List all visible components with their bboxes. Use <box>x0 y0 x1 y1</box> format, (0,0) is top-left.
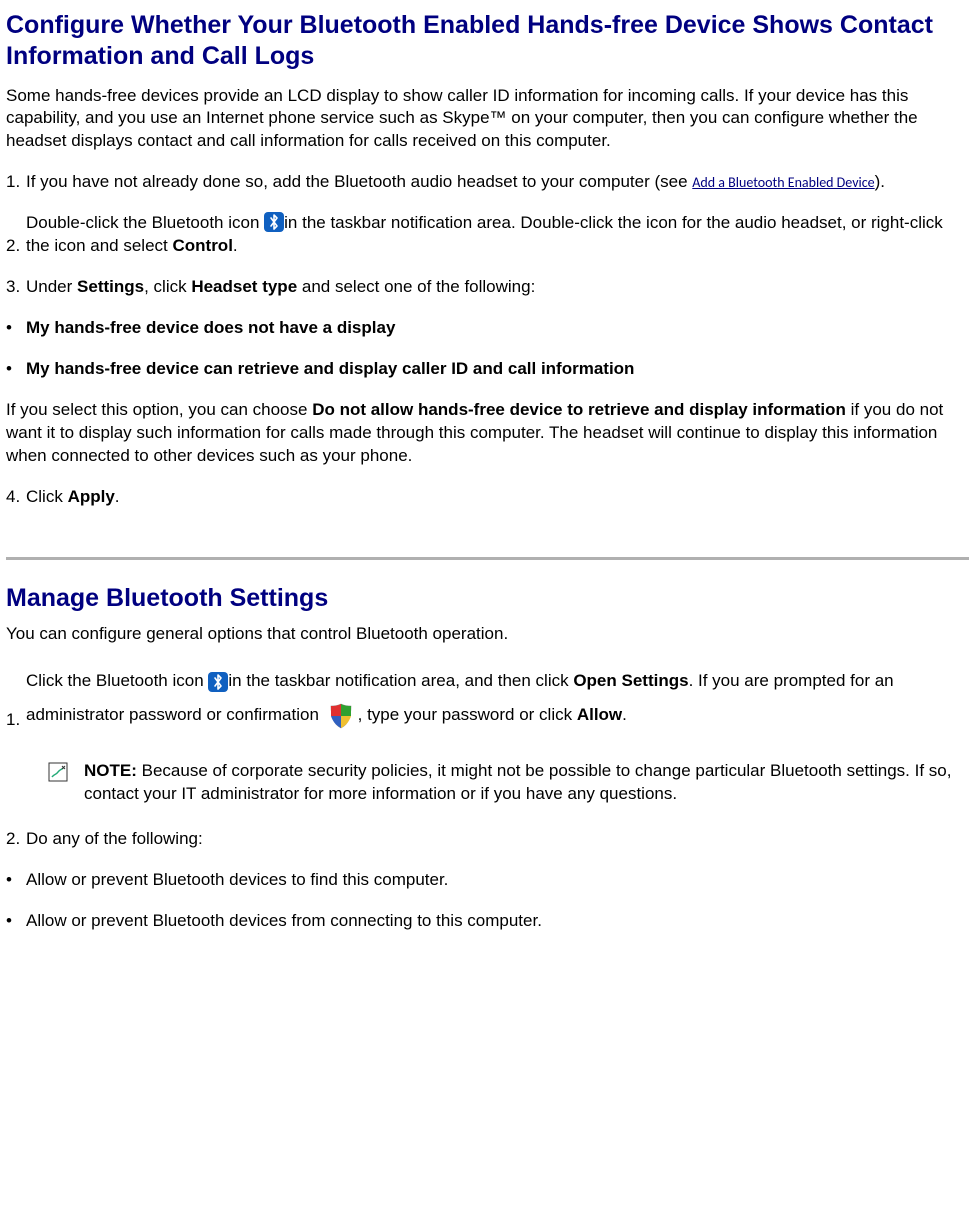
step-1b-text: Click the Bluetooth icon in the taskbar … <box>26 664 969 732</box>
section-divider <box>6 557 969 560</box>
bluetooth-icon <box>208 670 228 690</box>
bullet-marker: • <box>6 358 26 381</box>
step-4-text: Click Apply. <box>26 486 969 509</box>
uac-shield-icon <box>326 701 356 731</box>
step-2b-text: Do any of the following: <box>26 828 969 851</box>
bullet-marker: • <box>6 869 26 892</box>
step-1-text: If you have not already done so, add the… <box>26 171 969 194</box>
intro-paragraph-1: Some hands-free devices provide an LCD d… <box>6 85 969 154</box>
note-text: NOTE: Because of corporate security poli… <box>84 760 969 806</box>
note-icon <box>48 762 68 782</box>
option-description: If you select this option, you can choos… <box>6 399 969 468</box>
bullet-item: Allow or prevent Bluetooth devices from … <box>26 910 969 933</box>
list-number: 4. <box>6 486 26 509</box>
bullet-marker: • <box>6 317 26 340</box>
bluetooth-icon <box>264 212 284 232</box>
list-number: 1. <box>6 171 26 194</box>
step-2-text: Double-click the Bluetooth icon in the t… <box>26 212 969 258</box>
bullet-item: My hands-free device can retrieve and di… <box>26 358 969 381</box>
bullet-item: My hands-free device does not have a dis… <box>26 317 969 340</box>
list-number: 3. <box>6 276 26 299</box>
section-heading-1: Configure Whether Your Bluetooth Enabled… <box>6 10 969 73</box>
list-number: 2. <box>6 235 26 258</box>
add-bluetooth-device-link[interactable]: Add a Bluetooth Enabled Device <box>692 174 874 191</box>
list-number: 1. <box>6 709 26 732</box>
intro-paragraph-2: You can configure general options that c… <box>6 623 969 646</box>
note-block: NOTE: Because of corporate security poli… <box>6 760 969 806</box>
list-number: 2. <box>6 828 26 851</box>
step-3-text: Under Settings, click Headset type and s… <box>26 276 969 299</box>
bullet-item: Allow or prevent Bluetooth devices to fi… <box>26 869 969 892</box>
section-heading-2: Manage Bluetooth Settings <box>6 582 969 616</box>
bullet-marker: • <box>6 910 26 933</box>
